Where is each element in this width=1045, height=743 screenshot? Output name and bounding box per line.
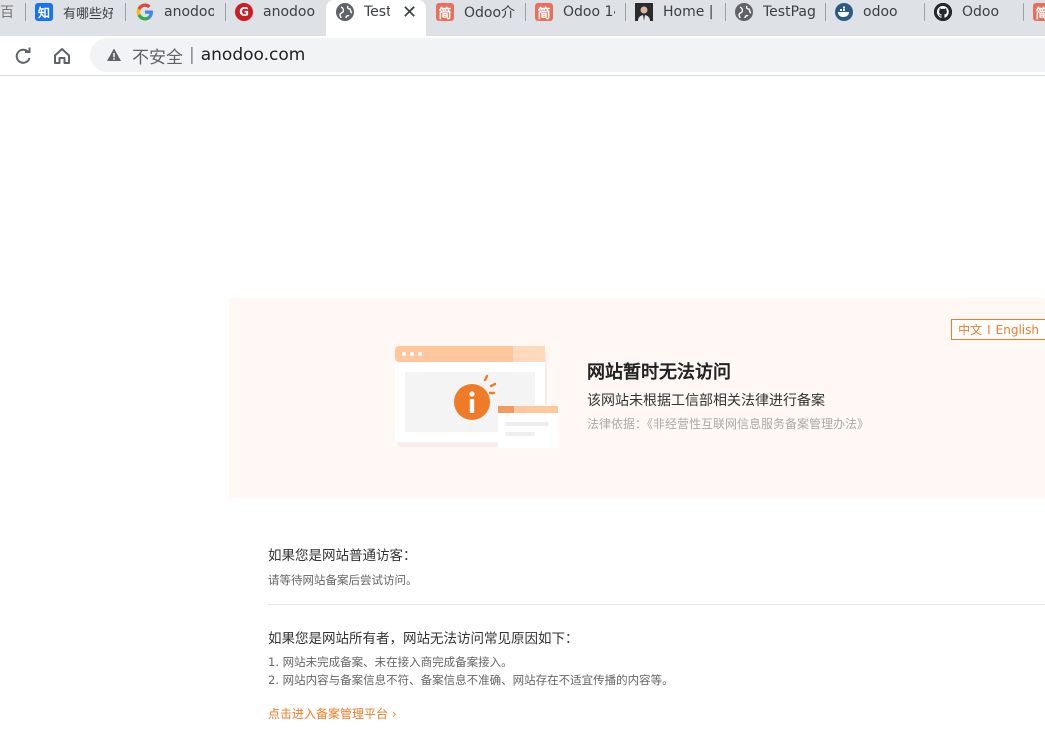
tab-title: Odoo <box>962 4 1000 20</box>
owner-reason-1: 1. 网站未完成备案、未在接入商完成备案接入。 <box>268 655 513 669</box>
language-switch: 中文 I English <box>951 319 1045 340</box>
profile-photo-icon <box>635 3 653 21</box>
owner-reason-2: 2. 网站内容与备案信息不符、备案信息不准确、网站存在不适宜传播的内容等。 <box>268 673 674 687</box>
tab-separator <box>125 3 126 21</box>
tab-title: Odoo介 <box>464 5 516 21</box>
url-text[interactable]: anodoo.com <box>201 45 306 65</box>
tab-separator <box>825 3 826 21</box>
filing-platform-link[interactable]: 点击进入备案管理平台 › <box>268 705 397 722</box>
legal-basis: 法律依据：《非经营性互联网信息服务备案管理办法》 <box>587 417 870 431</box>
tab-jianshu-partial[interactable]: 简 <box>1033 0 1045 24</box>
tab-jianshu-odoo14[interactable]: 简 Odoo 14 <box>535 0 617 24</box>
tab-separator <box>525 3 526 21</box>
notice-title: 网站暂时无法访问 <box>587 362 731 383</box>
tab-jianshu-odoo-intro[interactable]: 简 Odoo介 <box>436 0 518 24</box>
zhihu-icon: 知 <box>35 3 53 21</box>
gitee-icon: G <box>235 3 253 21</box>
tab-separator <box>924 3 925 21</box>
home-icon[interactable] <box>48 42 76 70</box>
tab-partial[interactable]: 百 <box>0 0 22 24</box>
tab-test-active[interactable]: Test ✕ <box>326 0 426 36</box>
jianshu-icon: 简 <box>1033 3 1045 22</box>
google-icon <box>136 3 154 21</box>
security-label[interactable]: 不安全 <box>132 43 183 68</box>
tab-title: Odoo 14 <box>563 4 615 20</box>
jianshu-icon: 简 <box>436 3 454 22</box>
tab-github-odoo[interactable]: Odoo <box>934 0 1016 24</box>
visitor-heading: 如果您是网站普通访客： <box>268 548 417 564</box>
tab-docker-odoo[interactable]: odoo <box>835 0 917 24</box>
tab-strip: 百 知 有哪些好 anodoo G anodoo Test ✕ 简 Odoo介 … <box>0 0 1045 36</box>
warning-icon[interactable] <box>106 47 122 63</box>
tab-home[interactable]: Home | <box>635 0 717 24</box>
tab-title: odoo <box>863 4 898 20</box>
tab-gitee-anodoo[interactable]: G anodoo <box>235 0 317 24</box>
section-divider <box>268 604 1045 605</box>
tab-google-anodoo[interactable]: anodoo <box>136 0 218 24</box>
tab-separator <box>225 3 226 21</box>
notice-subtitle: 该网站未根据工信部相关法律进行备案 <box>587 393 825 409</box>
lang-en-link[interactable]: English <box>996 323 1039 337</box>
browser-toolbar: 不安全 | anodoo.com <box>0 36 1045 76</box>
tab-title: Test <box>364 4 390 20</box>
visitor-section: 如果您是网站普通访客： 请等待网站备案后尝试访问。 <box>268 544 1045 588</box>
tab-title: 有哪些好 <box>63 6 113 22</box>
lang-zh-link[interactable]: 中文 <box>958 321 982 338</box>
omnibox-divider: | <box>189 45 195 65</box>
lang-separator: I <box>987 322 991 337</box>
tab-title: anodoo <box>263 4 315 20</box>
close-icon[interactable]: ✕ <box>402 2 417 23</box>
tab-separator <box>725 3 726 21</box>
tab-title: TestPage <box>763 4 815 20</box>
info-illustration <box>395 346 558 448</box>
tab-title: Home | <box>663 4 714 20</box>
visitor-text: 请等待网站备案后尝试访问。 <box>268 573 418 587</box>
address-bar[interactable]: 不安全 | anodoo.com <box>90 38 1045 72</box>
tab-title: anodoo <box>164 4 214 20</box>
tab-separator <box>625 3 626 21</box>
jianshu-icon: 简 <box>535 3 553 22</box>
notice-banner: 中文 I English 网站暂时无法访问 该网站未根据工信部相关法律进行备案 … <box>229 298 1045 498</box>
github-icon <box>934 3 952 21</box>
tab-separator <box>25 3 26 21</box>
tab-separator <box>1023 3 1024 21</box>
tab-testpage[interactable]: TestPage <box>735 0 817 24</box>
tab-title: 百 <box>0 5 14 21</box>
globe-icon <box>336 3 354 21</box>
owner-section: 如果您是网站所有者，网站无法访问常见原因如下： 1. 网站未完成备案、未在接入商… <box>268 627 1045 688</box>
docker-icon <box>835 3 853 21</box>
owner-heading: 如果您是网站所有者，网站无法访问常见原因如下： <box>268 631 579 647</box>
reload-icon[interactable] <box>9 42 37 70</box>
globe-icon <box>735 3 753 21</box>
tab-zhihu[interactable]: 知 有哪些好 <box>35 0 123 24</box>
